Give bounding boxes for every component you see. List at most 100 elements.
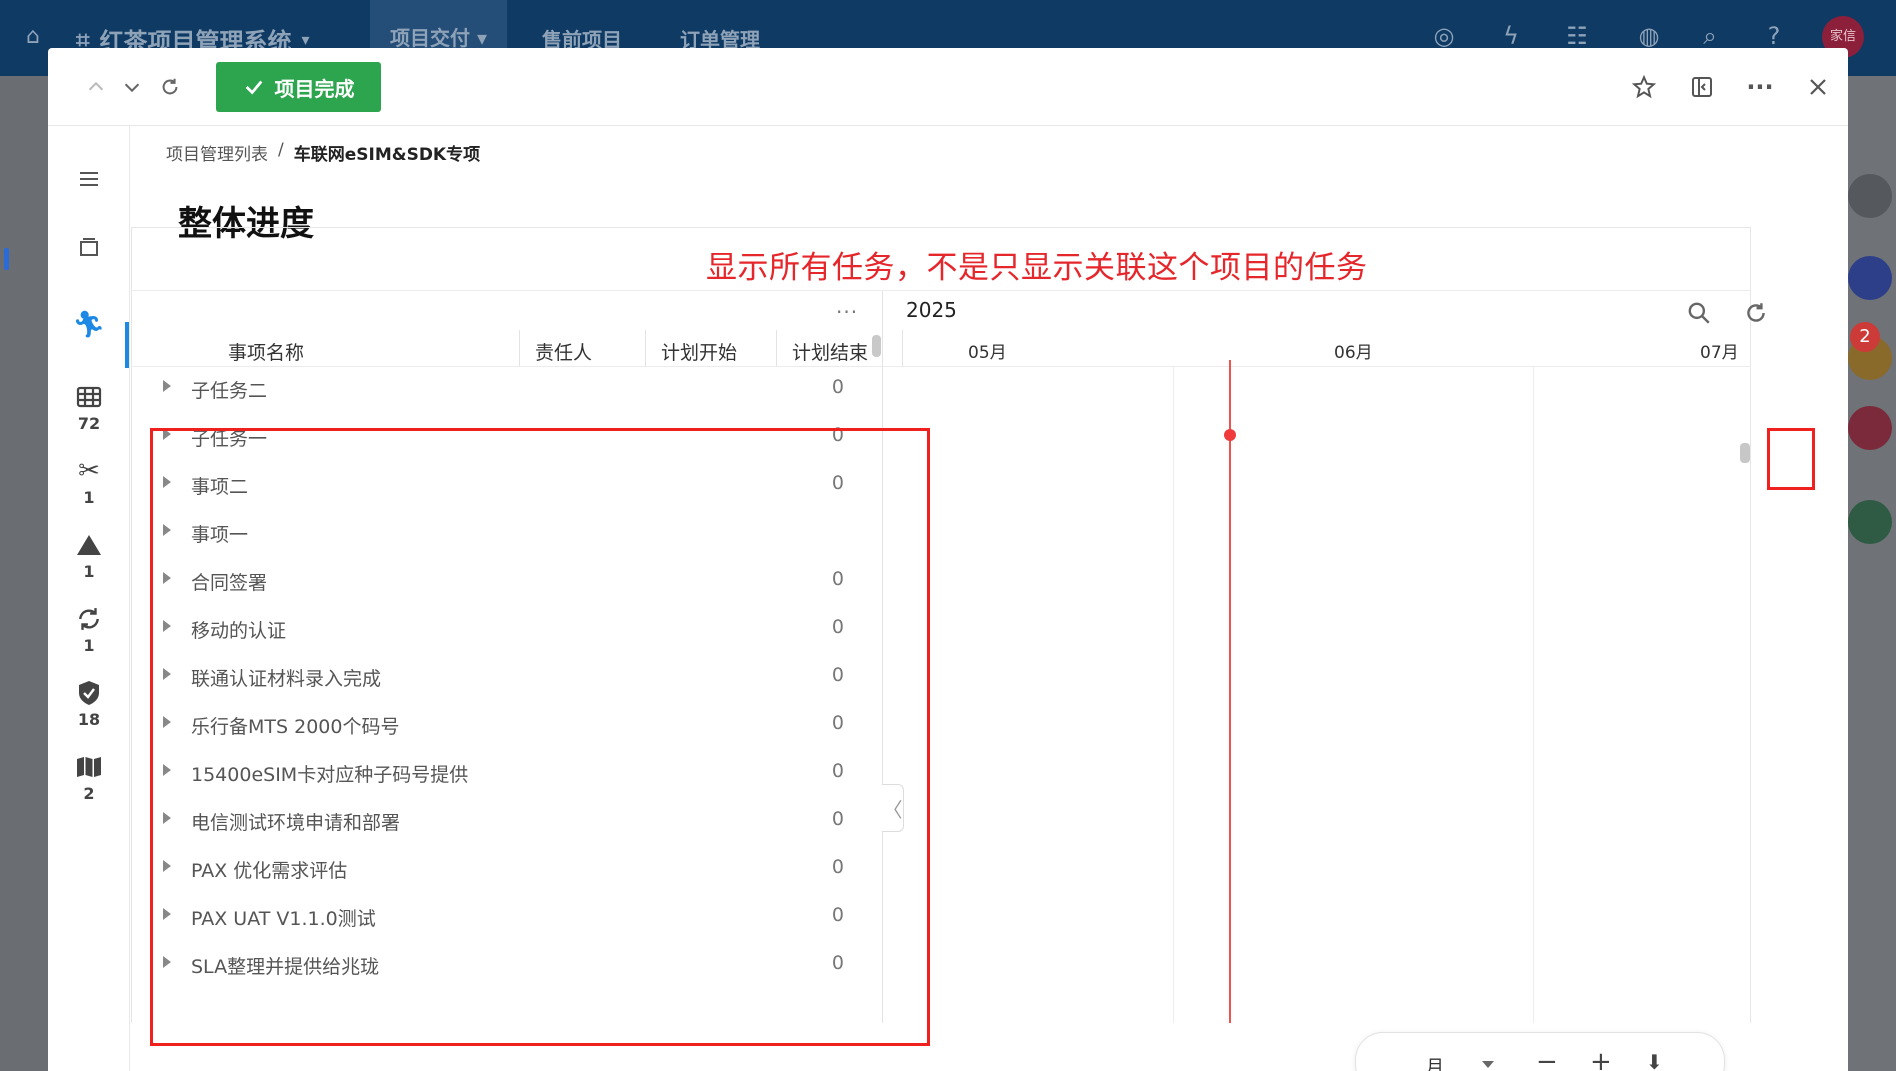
task-count: 0	[831, 808, 844, 830]
expand-caret-icon[interactable]	[163, 764, 171, 776]
col-head-owner[interactable]: 责任人	[535, 338, 635, 365]
task-count: 0	[831, 664, 844, 686]
timeline-grid-line	[1533, 366, 1534, 1023]
bg-right-image	[1848, 500, 1892, 544]
search-icon: ⌕	[1703, 22, 1717, 50]
task-list: 子任务二 0 子任务一 0 事项二 0 事项一 合同签署 0 移动的认证 0 联通认证材料…	[131, 366, 882, 990]
card-toolbar-divider	[131, 290, 1751, 291]
refresh-icon[interactable]	[1739, 296, 1773, 330]
rail-overview[interactable]	[48, 232, 130, 262]
check-icon	[245, 80, 262, 95]
table-row[interactable]: 合同签署 0	[131, 558, 882, 606]
rail-quality[interactable]: 18	[48, 678, 130, 729]
table-row[interactable]: 子任务二 0	[131, 366, 882, 414]
complete-project-button[interactable]: 项目完成	[216, 62, 381, 112]
table-row[interactable]: 电信测试环境申请和部署 0	[131, 798, 882, 846]
table-icon	[74, 382, 104, 412]
rail-tools[interactable]: ✂ 1	[48, 456, 130, 507]
annotation-text: 显示所有任务，不是只显示关联这个项目的任务	[706, 250, 1368, 286]
close-icon[interactable]	[1800, 69, 1836, 105]
team-icon: ☷	[1566, 22, 1588, 50]
bg-right-avatar	[1848, 406, 1892, 450]
rail-table[interactable]: 72	[48, 382, 130, 433]
task-name: 15400eSIM卡对应种子码号提供	[191, 764, 469, 786]
map-icon	[74, 752, 104, 782]
table-row[interactable]: PAX 优化需求评估 0	[131, 846, 882, 894]
task-name: 移动的认证	[191, 620, 287, 642]
search-icon[interactable]	[1682, 296, 1716, 330]
table-row[interactable]: SLA整理并提供给兆珑 0	[131, 942, 882, 990]
task-count: 0	[831, 856, 844, 878]
bolt-icon: ϟ	[1503, 22, 1519, 50]
expand-caret-icon[interactable]	[163, 572, 171, 584]
col-separator	[776, 330, 777, 366]
panel-toggle-icon[interactable]	[1684, 69, 1720, 105]
col-head-plan-end[interactable]: 计划结束	[792, 338, 902, 365]
timeline-grid-line	[1173, 366, 1174, 1023]
col-head-plan-start[interactable]: 计划开始	[661, 338, 771, 365]
table-row[interactable]: 乐行备MTS 2000个码号 0	[131, 702, 882, 750]
chevron-down-icon[interactable]	[114, 69, 150, 105]
timeline-year: 2025	[906, 298, 957, 322]
expand-caret-icon[interactable]	[163, 716, 171, 728]
download-icon[interactable]: ⬇	[1646, 1049, 1663, 1071]
table-row[interactable]: PAX UAT V1.1.0测试 0	[131, 894, 882, 942]
task-count: 0	[831, 376, 844, 398]
rail-progress[interactable]: 🏃︎	[48, 310, 130, 340]
breadcrumb-current: 车联网eSIM&SDK专项	[293, 145, 481, 165]
zoom-out-button[interactable]: −	[1536, 1049, 1558, 1071]
rail-risk[interactable]: 1	[48, 530, 130, 581]
rail-docs[interactable]: 2	[48, 752, 130, 803]
task-name: 子任务一	[191, 428, 268, 450]
task-name: PAX UAT V1.1.0测试	[191, 908, 376, 930]
chevron-down-icon[interactable]	[1482, 1061, 1494, 1068]
modal-header: 项目完成 ···	[48, 48, 1848, 126]
expand-caret-icon[interactable]	[163, 428, 171, 440]
breadcrumb: 项目管理列表 / 车联网eSIM&SDK专项	[166, 140, 480, 165]
bg-right-ai	[1848, 256, 1892, 300]
table-row[interactable]: 子任务一 0	[131, 414, 882, 462]
shield-check-icon	[74, 678, 104, 708]
task-count: 0	[831, 952, 844, 974]
zoom-unit-select[interactable]: 月	[1426, 1053, 1444, 1071]
table-row[interactable]: 联通认证材料录入完成 0	[131, 654, 882, 702]
chevron-up-icon[interactable]	[78, 69, 114, 105]
task-name: 合同签署	[191, 572, 268, 594]
task-name: 乐行备MTS 2000个码号	[191, 716, 400, 738]
expand-caret-icon[interactable]	[163, 860, 171, 872]
table-row[interactable]: 事项二 0	[131, 462, 882, 510]
timeline-month: 07月	[1700, 343, 1739, 363]
expand-caret-icon[interactable]	[163, 380, 171, 392]
help-icon: ?	[1767, 22, 1781, 50]
complete-project-label: 项目完成	[274, 76, 355, 101]
gantt-scrollbar-thumb[interactable]	[1740, 443, 1750, 463]
rail-tools-count: 1	[83, 488, 95, 507]
expand-caret-icon[interactable]	[163, 620, 171, 632]
table-row[interactable]: 移动的认证 0	[131, 606, 882, 654]
zoom-toolbar: 月 − + ⬇	[1355, 1032, 1725, 1071]
background-sidebar	[0, 76, 48, 1071]
expand-caret-icon[interactable]	[163, 476, 171, 488]
star-icon[interactable]	[1626, 69, 1662, 105]
running-icon: 🏃︎	[72, 310, 106, 340]
collapse-grid-handle[interactable]: 〈	[882, 784, 904, 832]
more-icon[interactable]: ···	[1742, 69, 1778, 105]
expand-caret-icon[interactable]	[163, 524, 171, 536]
grid-more-icon[interactable]: ···	[836, 300, 858, 324]
zoom-in-button[interactable]: +	[1590, 1049, 1612, 1071]
table-row[interactable]: 15400eSIM卡对应种子码号提供 0	[131, 750, 882, 798]
modal-side-rail: 🏃︎ 72 ✂ 1 1 1 18 2	[48, 126, 130, 1071]
grid-scrollbar-thumb[interactable]	[872, 335, 881, 357]
refresh-icon[interactable]	[152, 69, 188, 105]
expand-caret-icon[interactable]	[163, 668, 171, 680]
expand-caret-icon[interactable]	[163, 956, 171, 968]
task-count: 0	[831, 760, 844, 782]
col-head-name[interactable]: 事项名称	[228, 338, 518, 365]
expand-caret-icon[interactable]	[163, 908, 171, 920]
rail-menu[interactable]	[48, 164, 130, 194]
rail-active-indicator	[125, 322, 129, 368]
breadcrumb-root[interactable]: 项目管理列表	[166, 140, 268, 165]
expand-caret-icon[interactable]	[163, 812, 171, 824]
rail-change[interactable]: 1	[48, 604, 130, 655]
table-row[interactable]: 事项一	[131, 510, 882, 558]
